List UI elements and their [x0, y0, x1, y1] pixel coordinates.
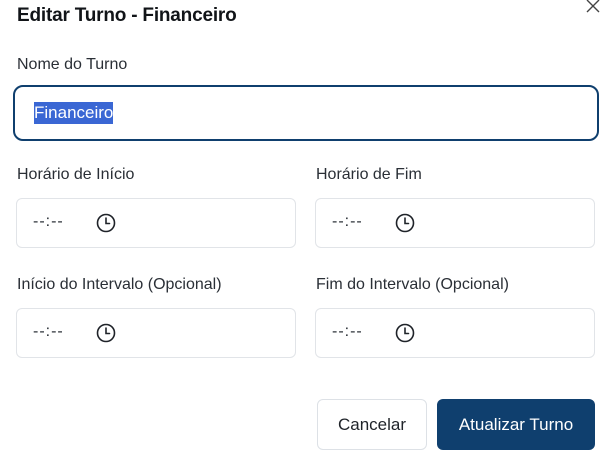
- break-start-label: Início do Intervalo (Opcional): [17, 276, 222, 293]
- break-start-input[interactable]: --:--: [16, 308, 296, 358]
- end-time-value: --:--: [332, 213, 363, 230]
- close-button[interactable]: [583, 0, 603, 16]
- end-time-input[interactable]: --:--: [315, 198, 595, 248]
- dialog-title: Editar Turno - Financeiro: [17, 5, 237, 26]
- break-end-label: Fim do Intervalo (Opcional): [316, 276, 509, 293]
- end-time-label: Horário de Fim: [316, 166, 422, 183]
- cancel-button[interactable]: Cancelar: [317, 399, 427, 450]
- start-time-value: --:--: [33, 213, 64, 230]
- shift-name-label: Nome do Turno: [17, 56, 128, 73]
- break-start-value: --:--: [33, 323, 64, 340]
- clock-icon[interactable]: [95, 212, 117, 234]
- break-end-input[interactable]: --:--: [315, 308, 595, 358]
- start-time-input[interactable]: --:--: [16, 198, 296, 248]
- update-shift-button[interactable]: Atualizar Turno: [437, 399, 595, 450]
- clock-icon[interactable]: [394, 212, 416, 234]
- start-time-label: Horário de Início: [17, 166, 135, 183]
- shift-name-input[interactable]: Financeiro: [13, 85, 599, 141]
- shift-name-value: Financeiro: [34, 102, 114, 124]
- break-end-value: --:--: [332, 323, 363, 340]
- edit-shift-dialog: Editar Turno - Financeiro Nome do Turno …: [0, 0, 604, 466]
- clock-icon[interactable]: [95, 322, 117, 344]
- clock-icon[interactable]: [394, 322, 416, 344]
- close-icon: [586, 0, 600, 13]
